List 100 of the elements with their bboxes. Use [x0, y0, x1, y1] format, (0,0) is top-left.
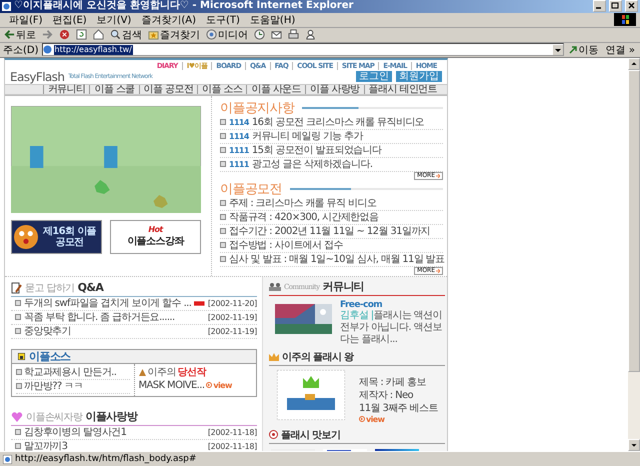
notice-number: 1111 [229, 146, 249, 155]
bullet-icon [220, 133, 226, 140]
back-arrow-icon [4, 29, 15, 40]
login-button[interactable]: 로그인 [356, 71, 392, 82]
pencil-paper-icon [11, 282, 22, 294]
bullet-icon [220, 119, 226, 126]
messenger-button[interactable] [304, 28, 317, 42]
section-subtitle: 묻고 답하기 [25, 282, 75, 295]
hot-label: Hot [148, 226, 163, 234]
media-icon [206, 29, 217, 40]
bullet-icon [220, 256, 226, 262]
notice-link[interactable]: 광고성 글은 삭제하겠습니다. [252, 157, 372, 172]
notice-number: 1114 [229, 132, 249, 141]
minimize-button[interactable] [593, 0, 606, 12]
section-title: 이주의 플래시 왕 [282, 350, 354, 364]
section-title: 이플공모전 [220, 180, 282, 198]
go-button[interactable]: 이동 [566, 42, 601, 57]
status-text: http://easyflash.tw/htm/flash_body.asp# [15, 454, 196, 464]
section-title: 커뮤니티 [322, 279, 364, 294]
dropdown-button[interactable] [552, 44, 563, 55]
menu-item[interactable]: 파일(F) [4, 12, 48, 27]
post-date: [2002-11-19] [208, 326, 257, 336]
club-name[interactable]: Free-com [340, 300, 445, 310]
bullet-icon [16, 369, 22, 376]
go-arrow-icon [568, 45, 578, 54]
question-link[interactable]: 두개의 swf파일을 겹치게 보이게 할수 ... [24, 296, 192, 310]
media-button[interactable]: 미디어 [205, 28, 249, 42]
scroll-down-button[interactable] [628, 439, 640, 452]
people-icon [269, 282, 281, 292]
person-icon [305, 29, 316, 40]
address-label: 주소(D) [3, 44, 39, 57]
banner-text: 제16회 이플 공모전 [42, 226, 98, 248]
signup-button[interactable]: 회원가입 [396, 71, 442, 82]
section-title: 플래시 맛보기 [281, 428, 340, 442]
maximize-button[interactable] [609, 0, 622, 12]
scroll-thumb[interactable] [628, 70, 640, 372]
weekly-label: 이주의 [148, 366, 176, 380]
printer-icon [288, 29, 299, 40]
contest-banner[interactable]: 제16회 이플 공모전 [11, 220, 102, 254]
menu-item[interactable]: 도구(T) [201, 12, 245, 27]
history-button[interactable] [253, 28, 266, 42]
post-link[interactable]: 김창후이병의 탈영사건1 [24, 425, 126, 440]
close-button[interactable] [625, 0, 638, 12]
lecture-banner[interactable]: Hot 이플소스강좌 [110, 220, 201, 254]
section-title: 이플공지사항 [220, 100, 294, 117]
home-button[interactable] [92, 28, 105, 42]
page-icon [3, 454, 12, 464]
disk-icon [18, 352, 25, 360]
menu-item[interactable]: 편집(E) [48, 12, 92, 27]
bullet-icon [220, 242, 226, 248]
post-date: [2002-11-18] [208, 428, 257, 437]
bullet-icon [15, 314, 21, 320]
bullet-icon [16, 383, 22, 390]
back-button[interactable]: 뒤로 [3, 28, 37, 42]
arrow-icon [436, 174, 440, 178]
contest-info: 심사 및 발표 : 매월 1일~10일 심사, 매월 11일 발표 [229, 253, 445, 266]
question-link[interactable]: 꼭좀 부탁 합니다. 좀 급하거든요...... [24, 310, 175, 324]
warning-icon [138, 368, 146, 376]
post-link[interactable]: 말꼬까끼3 [24, 439, 68, 452]
bullet-icon [220, 147, 226, 154]
nav-link[interactable]: 이플 소스 [197, 84, 246, 94]
mail-icon [271, 29, 282, 40]
stop-icon [59, 29, 70, 40]
source-link[interactable]: 까만방?? ㅋㅋ [24, 379, 83, 394]
nav-link[interactable]: 플래시 테인먼트 [364, 84, 441, 94]
notice-link[interactable]: 커뮤니티 메일링 기능 추가 [252, 129, 364, 144]
print-button[interactable] [287, 28, 300, 42]
menu-item[interactable]: 즐겨찾기(A) [136, 12, 201, 27]
bullet-icon [220, 214, 226, 220]
question-link[interactable]: 중앙맞추기 [24, 324, 72, 338]
refresh-button[interactable] [75, 28, 88, 42]
nav-link[interactable]: 이플 사운드 [246, 84, 306, 94]
post-date: [2002-11-20] [208, 298, 257, 308]
winner-link[interactable]: MASK MOIVE... [138, 380, 204, 391]
notice-number: 1114 [229, 118, 249, 127]
links-button[interactable]: 연결 » [604, 42, 637, 57]
nav-link[interactable]: 이플 사랑방 [305, 84, 364, 94]
nav-link[interactable]: 이플 스쿨 [89, 84, 139, 94]
scroll-up-button[interactable] [628, 58, 640, 70]
site-logo[interactable]: EasyFlash [10, 70, 64, 84]
notice-link[interactable]: 16회 공모전 크리스마스 캐롤 뮤직비디오 [252, 115, 424, 130]
contest-info: 접수기간 : 2002년 11월 11일 ~ 12월 31일까지 [229, 225, 430, 238]
nav-link[interactable]: 이플 공모전 [138, 84, 198, 94]
address-field[interactable]: http://easyflash.tw/ [42, 43, 564, 56]
menu-item[interactable]: 도움말(H) [244, 12, 300, 27]
winner-label: 당선작 [178, 366, 206, 380]
search-button[interactable]: 검색 [109, 28, 143, 42]
post-date: [2002-11-18] [208, 442, 257, 451]
section-title: 이플사랑방 [85, 409, 138, 424]
bullet-icon [15, 328, 21, 334]
scrollbar[interactable] [628, 58, 640, 452]
source-link[interactable]: 학교과제용시 만든거.. [24, 365, 116, 380]
post-date: [2002-11-19] [208, 312, 257, 322]
stop-button[interactable] [58, 28, 71, 42]
favorites-button[interactable]: 즐겨찾기 [147, 28, 201, 42]
nav-link[interactable]: 커뮤니티 [42, 84, 90, 94]
arrow-icon [436, 269, 440, 274]
section-title: Q&A [78, 281, 104, 294]
notice-link[interactable]: 15회 공모전이 발표되었습니다 [252, 143, 382, 158]
menu-item[interactable]: 보기(V) [92, 12, 136, 27]
